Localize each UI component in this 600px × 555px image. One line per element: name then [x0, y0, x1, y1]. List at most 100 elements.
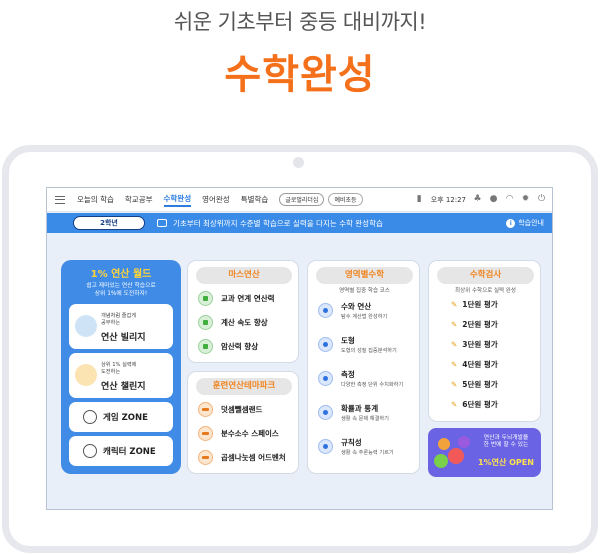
top-nav: 오늘의 학습 학교공부 수학완성 영어완성 특별학습 글로벌리더십 예비초등 ▮…: [47, 188, 552, 212]
promo-subtitle: 쉬운 기초부터 중등 대비까지!: [173, 10, 427, 34]
item-caption: 상위 1% 실력에 도전하는: [101, 362, 136, 376]
message-icon: [157, 219, 167, 227]
item-label: 4단원 평가: [462, 360, 498, 369]
item-label: 3단원 평가: [462, 340, 498, 349]
guide-button[interactable]: i 학습안내: [506, 218, 544, 228]
item-sub: 탐수 계산법 완성하기: [341, 314, 388, 320]
list-item[interactable]: 확률과 통계 생활 속 문제 해결하기: [318, 403, 389, 422]
compass-icon: [318, 371, 333, 386]
nav-school[interactable]: 학교공부: [125, 194, 153, 205]
item-label: 연산 빌리지: [101, 333, 146, 343]
zone-label: 캐릭터 ZONE: [103, 447, 156, 457]
pencil-icon: ✎: [451, 320, 458, 329]
game-zone-button[interactable]: 게임 ZONE: [69, 402, 173, 432]
pattern-icon: [318, 439, 333, 454]
list-item[interactable]: ✎ 1단원 평가: [451, 299, 498, 310]
calculator-icon: [198, 315, 213, 330]
desc-line: 상위 1%에 도전하자!: [94, 291, 148, 297]
trophy-icon: [75, 364, 97, 386]
math-test-card: 수학검사 최상위 수학으로 실력 완성 ✎ 1단원 평가 ✎ 2단원 평가 ✎ 3단원…: [428, 260, 541, 422]
gear-icon[interactable]: ✹: [521, 195, 530, 204]
nav-today[interactable]: 오늘의 학습: [77, 194, 114, 205]
banner-title: 1%연산 OPEN: [478, 458, 534, 467]
item-label: 측정: [341, 370, 355, 379]
calc-village-button[interactable]: 개념처럼 즐겁게 공부하는 연산 빌리지: [69, 304, 173, 349]
list-item[interactable]: 분수소수 스페이스: [198, 426, 279, 441]
user-icon[interactable]: ●: [489, 195, 498, 204]
monster-icon: [434, 454, 448, 468]
list-item[interactable]: ✎ 5단원 평가: [451, 379, 498, 390]
item-label: 규칙성: [341, 438, 362, 447]
item-label: 덧셈뺄셈랜드: [221, 405, 263, 414]
pill-global[interactable]: 글로벌리더십: [279, 193, 325, 206]
menu-icon[interactable]: [55, 195, 65, 204]
card-title: 수학검사: [437, 267, 534, 284]
character-zone-button[interactable]: 캐릭터 ZONE: [69, 436, 173, 466]
brain-icon: [198, 339, 213, 354]
list-item[interactable]: ✎ 4단원 평가: [451, 359, 498, 370]
list-item[interactable]: ✎ 2단원 평가: [451, 319, 498, 330]
list-item[interactable]: 규칙성 생활 속 추론능력 기르기: [318, 437, 394, 456]
app-screen: 오늘의 학습 학교공부 수학완성 영어완성 특별학습 글로벌리더십 예비초등 ▮…: [46, 187, 553, 510]
gamepad-icon: [83, 410, 97, 424]
one-percent-world-card: 1% 연산 월드 쉽고 재미있는 연산 학습으로 상위 1%에 도전하자! 개념…: [61, 260, 181, 474]
bar-chart-icon: [318, 405, 333, 420]
item-label: 6단원 평가: [462, 400, 498, 409]
nav-math[interactable]: 수학완성: [163, 193, 192, 207]
item-label: 1단원 평가: [462, 300, 498, 309]
list-item[interactable]: 계산 속도 향상: [198, 315, 268, 330]
info-message: 기초부터 최상위까지 수준별 학습으로 실력을 다지는 수학 완성학습: [173, 218, 383, 228]
item-label: 암산력 향상: [221, 342, 259, 351]
item-label: 2단원 평가: [462, 320, 498, 329]
item-label: 곱셈나눗셈 어드벤처: [221, 453, 286, 462]
wifi-icon: ◠: [505, 194, 514, 204]
item-label: 분수소수 스페이스: [221, 429, 279, 438]
nav-english[interactable]: 영어완성: [202, 194, 230, 205]
caption-line: 개념처럼 즐겁게: [101, 313, 137, 319]
pencil-icon: ✎: [451, 360, 458, 369]
item-label: 확률과 통계: [341, 404, 379, 413]
pencil-icon: ✎: [451, 300, 458, 309]
item-sub: 다양한 측정 단위 수치화하기: [341, 382, 404, 388]
item-label: 도형: [341, 336, 355, 345]
addsub-icon: [198, 402, 213, 417]
item-label: 연산 챌린지: [101, 382, 146, 392]
list-item[interactable]: 교과 연계 연산력: [198, 291, 275, 306]
list-item[interactable]: 곱셈나눗셈 어드벤처: [198, 450, 286, 465]
calc-challenge-button[interactable]: 상위 1% 실력에 도전하는 연산 챌린지: [69, 353, 173, 398]
guide-label: 학습안내: [518, 219, 544, 227]
pencil-icon: [198, 291, 213, 306]
grade-selector[interactable]: 2학년: [73, 216, 145, 230]
village-icon: [75, 315, 97, 337]
numbers-icon: [318, 303, 333, 318]
desc-line: 쉽고 재미있는 연산 학습으로: [86, 283, 156, 289]
list-item[interactable]: 도형 도형의 성질 집중분석하기: [318, 335, 397, 354]
bell-icon[interactable]: ♣: [473, 195, 482, 204]
camera-icon: [293, 157, 304, 168]
info-icon: i: [506, 218, 516, 228]
list-item[interactable]: ✎ 6단원 평가: [451, 399, 498, 410]
item-label: 계산 속도 향상: [221, 318, 268, 327]
list-item[interactable]: ✎ 3단원 평가: [451, 339, 498, 350]
card-desc: 쉽고 재미있는 연산 학습으로 상위 1%에 도전하자!: [61, 282, 181, 298]
nav-special[interactable]: 특별학습: [241, 194, 269, 205]
open-banner[interactable]: 연산과 두뇌개발을 한 번에 할 수 있는 1%연산 OPEN: [428, 428, 541, 477]
monster-icon: [438, 438, 450, 450]
pill-preschool[interactable]: 예비초등: [328, 193, 363, 206]
banner-caption: 연산과 두뇌개발을 한 번에 할 수 있는: [474, 435, 538, 449]
pencil-icon: ✎: [451, 380, 458, 389]
info-bar: 2학년 기초부터 최상위까지 수준별 학습으로 실력을 다지는 수학 완성학습 …: [47, 213, 552, 233]
status-bar: ▮ 오후 12:27 ♣ ● ◠ ✹ ⏻: [415, 195, 546, 205]
monster-icon: [458, 436, 470, 448]
card-title: 1% 연산 월드: [90, 269, 152, 280]
list-item[interactable]: 수와 연산 탐수 계산법 완성하기: [318, 301, 387, 320]
card-subtitle: 영역별 집중 학습 코스: [339, 288, 390, 294]
list-item[interactable]: 암산력 향상: [198, 339, 258, 354]
power-icon[interactable]: ⏻: [537, 195, 546, 204]
list-item[interactable]: 측정다양한 측정 단위 수치화하기: [318, 369, 403, 388]
item-label: 5단원 평가: [462, 380, 498, 389]
item-label: 교과 연계 연산력: [221, 294, 275, 303]
list-item[interactable]: 덧셈뺄셈랜드: [198, 402, 262, 417]
monster-icon: [448, 448, 464, 464]
promo-title: 수학완성: [224, 52, 376, 98]
